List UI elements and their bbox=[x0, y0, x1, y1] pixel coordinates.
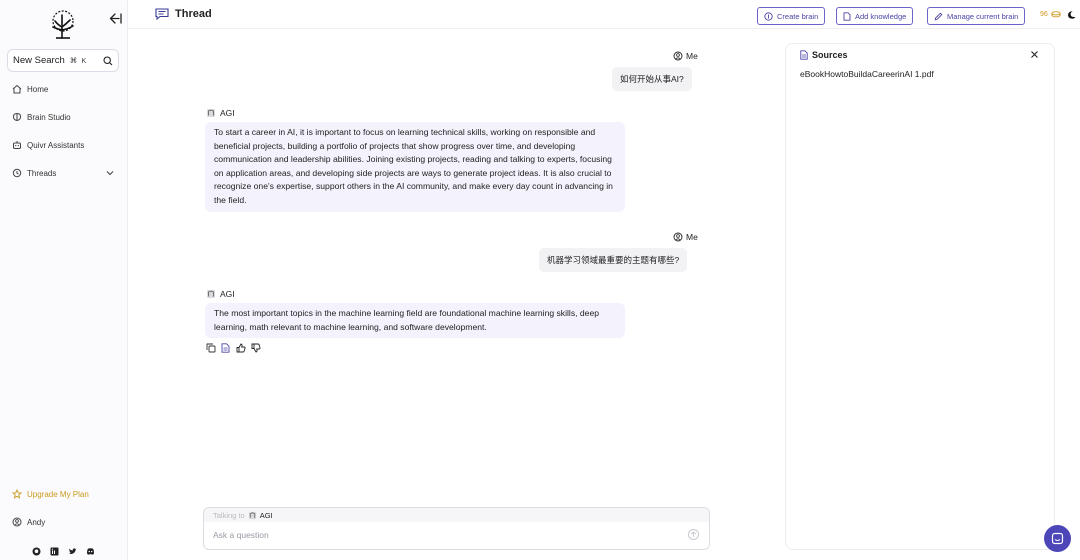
author-name: AGI bbox=[220, 108, 235, 118]
sidebar-item-label: Quivr Assistants bbox=[27, 140, 85, 150]
source-file-link[interactable]: eBookHowtoBuildaCareerinAI 1.pdf bbox=[800, 69, 934, 79]
sources-title: Sources bbox=[800, 50, 848, 60]
sidebar-item-threads[interactable]: Threads bbox=[6, 164, 120, 182]
user-message-bubble: 机器学习领域最重要的主题有哪些? bbox=[539, 248, 688, 272]
user-circle-icon bbox=[673, 232, 683, 242]
user-circle-icon bbox=[673, 51, 683, 61]
discord-icon[interactable] bbox=[86, 547, 95, 556]
chevron-down-icon[interactable] bbox=[106, 170, 114, 176]
linkedin-icon[interactable] bbox=[50, 547, 59, 556]
document-icon bbox=[800, 50, 808, 60]
star-icon bbox=[12, 489, 22, 499]
thumbs-up-icon[interactable] bbox=[236, 343, 246, 353]
user-message-bubble: 如何开始从事AI? bbox=[612, 67, 692, 91]
manage-brain-label: Manage current brain bbox=[947, 11, 1019, 21]
brain-icon bbox=[12, 112, 22, 122]
assistant-message-author: AGI bbox=[206, 108, 235, 118]
plus-circle-icon bbox=[764, 11, 773, 21]
user-profile-button[interactable]: Andy bbox=[6, 513, 120, 531]
sidebar-item-home[interactable]: Home bbox=[6, 80, 120, 98]
chat-support-icon bbox=[1051, 532, 1064, 545]
source-document-icon[interactable] bbox=[221, 343, 231, 353]
search-icon bbox=[103, 55, 113, 66]
assistant-message-bubble: The most important topics in the machine… bbox=[205, 303, 625, 339]
assistant-message-bubble: To start a career in AI, it is important… bbox=[205, 122, 625, 212]
github-icon[interactable] bbox=[32, 547, 41, 556]
current-brain-name[interactable]: AGI bbox=[260, 511, 273, 520]
user-message-author: Me bbox=[673, 232, 698, 242]
new-search-button[interactable]: New Search ⌘ K bbox=[7, 49, 119, 72]
twitter-icon[interactable] bbox=[68, 547, 77, 556]
author-name: Me bbox=[686, 51, 698, 61]
close-sources-button[interactable] bbox=[1030, 50, 1040, 60]
message-text: The most important topics in the machine… bbox=[214, 308, 600, 332]
thumbs-down-icon[interactable] bbox=[251, 343, 261, 353]
message-text: 如何开始从事AI? bbox=[620, 74, 684, 84]
arrow-up-icon bbox=[690, 531, 697, 537]
user-circle-icon bbox=[12, 517, 22, 527]
question-input[interactable] bbox=[213, 527, 673, 543]
sidebar-item-label: Threads bbox=[27, 168, 57, 178]
chat-bubble-icon bbox=[155, 8, 169, 20]
top-header: Thread Create brain Add knowledge Manage… bbox=[128, 0, 1080, 29]
add-knowledge-label: Add knowledge bbox=[855, 11, 907, 21]
add-knowledge-button[interactable]: Add knowledge bbox=[836, 7, 914, 25]
user-message-author: Me bbox=[673, 51, 698, 61]
talking-to-bar: Talking to AGI bbox=[204, 508, 709, 522]
message-text: To start a career in AI, it is important… bbox=[214, 127, 613, 205]
send-button[interactable] bbox=[688, 529, 699, 540]
author-name: AGI bbox=[220, 289, 235, 299]
manage-brain-button[interactable]: Manage current brain bbox=[927, 7, 1026, 25]
sidebar: New Search ⌘ K Home Brain Studio Quivr A… bbox=[0, 0, 128, 560]
moon-icon bbox=[1068, 11, 1076, 19]
chat-input-area: Talking to AGI bbox=[203, 507, 710, 550]
credits-badge: 96 bbox=[1040, 11, 1061, 18]
dark-mode-toggle[interactable] bbox=[1066, 10, 1076, 20]
home-icon bbox=[12, 84, 22, 94]
quivr-logo-icon[interactable] bbox=[48, 10, 78, 40]
brain-avatar-icon bbox=[207, 290, 215, 298]
document-icon bbox=[843, 11, 851, 21]
message-actions bbox=[206, 343, 261, 353]
credits-count: 96 bbox=[1040, 11, 1048, 18]
message-text: 机器学习领域最重要的主题有哪些? bbox=[547, 255, 680, 265]
user-name: Andy bbox=[27, 517, 46, 527]
author-name: Me bbox=[686, 232, 698, 242]
page-title: Thread bbox=[155, 8, 212, 20]
create-brain-label: Create brain bbox=[777, 11, 819, 21]
new-search-label: New Search bbox=[13, 55, 65, 66]
copy-icon[interactable] bbox=[206, 343, 216, 353]
help-chat-button[interactable] bbox=[1044, 525, 1071, 552]
sidebar-item-brain-studio[interactable]: Brain Studio bbox=[6, 108, 120, 126]
sidebar-item-quivr-assistants[interactable]: Quivr Assistants bbox=[6, 136, 120, 154]
talking-to-label: Talking to bbox=[213, 510, 245, 520]
coins-icon bbox=[1051, 11, 1061, 18]
brain-avatar-icon bbox=[207, 109, 215, 117]
upgrade-label: Upgrade My Plan bbox=[27, 489, 89, 499]
history-icon bbox=[12, 168, 22, 178]
social-links bbox=[32, 547, 95, 556]
arrow-left-bar-icon bbox=[109, 12, 122, 24]
page-title-text: Thread bbox=[175, 8, 212, 20]
create-brain-button[interactable]: Create brain bbox=[757, 7, 826, 25]
sidebar-item-label: Brain Studio bbox=[27, 112, 71, 122]
assistant-message-author: AGI bbox=[206, 289, 235, 299]
sources-panel: Sources eBookHowtoBuildaCareerinAI 1.pdf bbox=[785, 43, 1055, 550]
close-icon bbox=[1031, 51, 1038, 58]
sources-title-text: Sources bbox=[812, 50, 848, 60]
search-shortcut: ⌘ K bbox=[69, 56, 88, 65]
collapse-sidebar-button[interactable] bbox=[106, 9, 124, 27]
sidebar-item-label: Home bbox=[27, 84, 49, 94]
assistant-icon bbox=[12, 140, 22, 150]
brain-avatar-icon bbox=[248, 511, 256, 519]
pencil-icon bbox=[934, 12, 943, 20]
upgrade-plan-button[interactable]: Upgrade My Plan bbox=[6, 485, 120, 503]
